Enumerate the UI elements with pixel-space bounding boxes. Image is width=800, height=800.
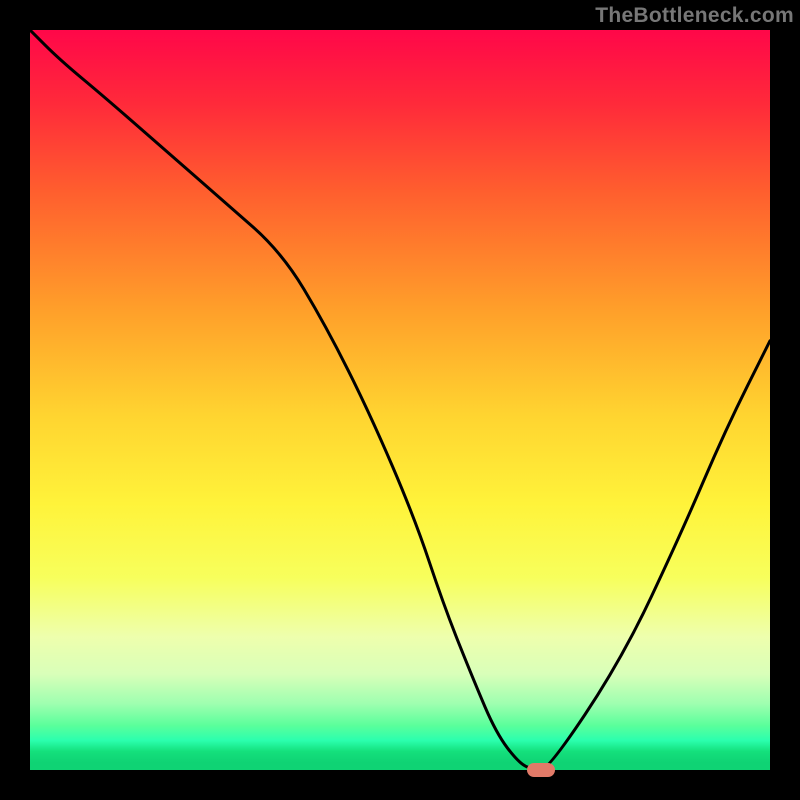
bottleneck-curve [30, 30, 770, 770]
chart-container: TheBottleneck.com [0, 0, 800, 800]
plot-area [30, 30, 770, 770]
curve-svg [30, 30, 770, 770]
watermark-text: TheBottleneck.com [595, 4, 794, 28]
optimum-marker [527, 763, 555, 777]
